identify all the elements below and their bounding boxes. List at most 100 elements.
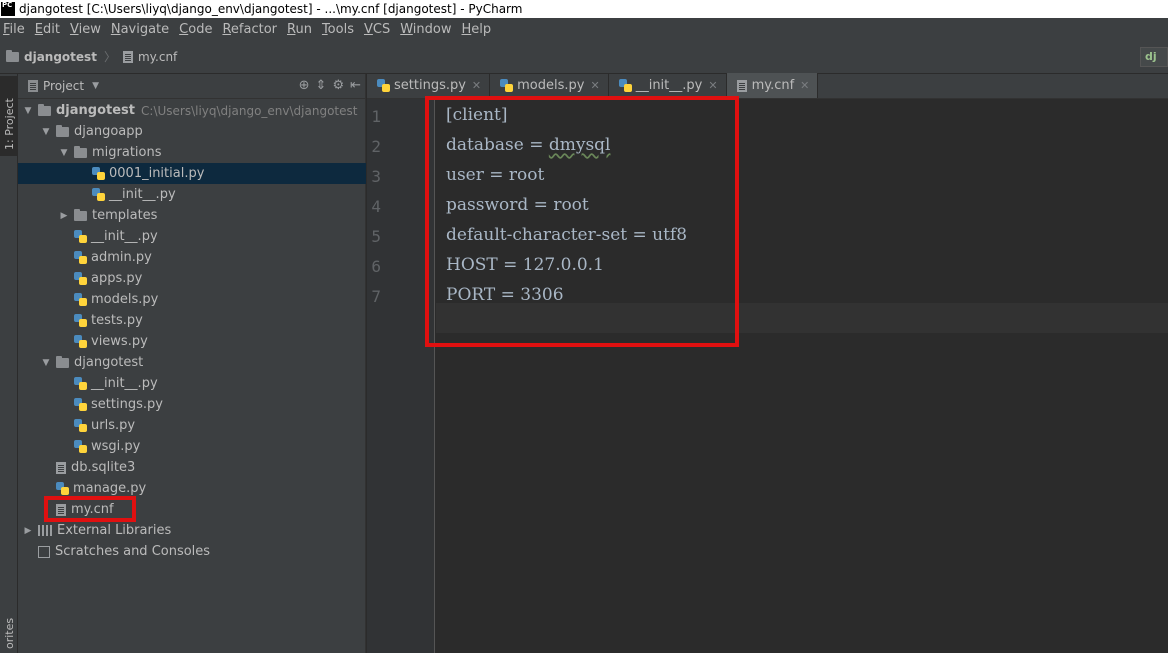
expand-arrow-down-icon[interactable]: ▼ <box>40 358 52 368</box>
editor-tab-label: __init__.py <box>635 78 703 93</box>
expand-arrow-down-icon[interactable]: ▼ <box>58 148 70 158</box>
collapse-icon[interactable]: ⇕ <box>316 78 327 93</box>
tree-node[interactable]: db.sqlite3 <box>18 457 366 478</box>
menu-bar: File Edit View Navigate Code Refactor Run Tools… <box>0 18 1168 40</box>
project-tool-tab[interactable]: 1: Project <box>0 76 17 156</box>
tree-node-label: db.sqlite3 <box>71 460 136 475</box>
chevron-down-icon[interactable]: ▼ <box>92 81 99 91</box>
editor-tab[interactable]: my.cnf ✕ <box>726 73 819 98</box>
locate-icon[interactable]: ⊕ <box>299 78 310 93</box>
tree-node[interactable]: tests.py <box>18 310 366 331</box>
my-cnf-annotation-box <box>44 496 136 522</box>
menu-navigate[interactable]: Navigate <box>108 22 172 37</box>
tree-node[interactable]: ▼ migrations <box>18 142 366 163</box>
code-annotation-box <box>425 96 739 347</box>
python-file-icon <box>74 440 87 453</box>
tree-node-label: djangotest <box>56 103 136 118</box>
tree-node-label: tests.py <box>91 313 143 328</box>
folder-icon <box>6 49 19 62</box>
tree-node-label: urls.py <box>91 418 136 433</box>
menu-window[interactable]: Window <box>397 22 454 37</box>
close-icon[interactable]: ✕ <box>590 79 599 92</box>
project-view-selector[interactable]: Project <box>43 79 84 93</box>
menu-vcs[interactable]: VCS <box>361 22 393 37</box>
tree-node-label: djangotest <box>74 355 144 370</box>
editor-tab-label: models.py <box>517 78 585 93</box>
project-panel-header: Project ▼ ⊕ ⇕ ⚙ ⇤ <box>18 74 365 99</box>
close-icon[interactable]: ✕ <box>708 79 717 92</box>
tree-node-label: 0001_initial.py <box>109 166 205 181</box>
python-file-icon <box>74 230 87 243</box>
tree-node-path: C:\Users\liyq\django_env\djangotest <box>141 103 358 118</box>
tree-node[interactable]: wsgi.py <box>18 436 366 457</box>
expand-arrow-down-icon[interactable]: ▼ <box>40 127 52 137</box>
editor-tab-label: settings.py <box>394 78 466 93</box>
line-number: 3 <box>371 167 381 186</box>
hide-panel-icon[interactable]: ⇤ <box>350 78 361 93</box>
tree-node[interactable]: models.py <box>18 289 366 310</box>
navigation-bar: djangotest 〉 my.cnf dj <box>0 40 1168 74</box>
django-icon[interactable]: dj <box>1140 47 1168 67</box>
tree-node[interactable]: settings.py <box>18 394 366 415</box>
settings-gear-icon[interactable]: ⚙ <box>332 78 344 93</box>
close-icon[interactable]: ✕ <box>800 79 809 92</box>
python-file-icon <box>92 167 105 180</box>
python-file-icon <box>377 79 390 92</box>
python-file-icon <box>618 79 632 92</box>
breadcrumb-project[interactable]: djangotest <box>6 49 97 64</box>
python-file-icon <box>74 314 87 327</box>
menu-tools[interactable]: Tools <box>319 22 357 37</box>
tree-node[interactable]: urls.py <box>18 415 366 436</box>
expand-arrow-down-icon[interactable]: ▼ <box>22 106 34 116</box>
menu-help[interactable]: Help <box>459 22 495 37</box>
menu-edit[interactable]: Edit <box>32 22 63 37</box>
breadcrumb-file[interactable]: my.cnf <box>122 50 177 64</box>
folder-icon <box>38 103 51 116</box>
tree-node-label: manage.py <box>73 481 147 496</box>
python-file-icon <box>56 482 69 495</box>
tree-node-label: models.py <box>91 292 159 307</box>
tree-node[interactable]: 0001_initial.py <box>18 163 366 184</box>
menu-file[interactable]: File <box>0 22 28 37</box>
project-header-toolbar: ⊕ ⇕ ⚙ ⇤ <box>299 78 361 93</box>
project-panel: Project ▼ ⊕ ⇕ ⚙ ⇤ ▼ djangotest C:\Users\li… <box>18 74 366 653</box>
python-file-icon <box>74 272 87 285</box>
tree-node[interactable]: __init__.py <box>18 184 366 205</box>
tree-node-label: apps.py <box>91 271 143 286</box>
tree-node[interactable]: __init__.py <box>18 226 366 247</box>
expand-arrow-right-icon[interactable]: ▶ <box>58 211 70 221</box>
database-file-icon <box>56 461 66 474</box>
tree-node[interactable]: __init__.py <box>18 373 366 394</box>
menu-view[interactable]: View <box>67 22 104 37</box>
tree-node[interactable]: ▶ External Libraries <box>18 520 366 541</box>
window-title: djangotest [C:\Users\liyq\django_env\dja… <box>19 2 523 16</box>
editor-tab[interactable]: models.py ✕ <box>490 73 609 98</box>
tree-node[interactable]: admin.py <box>18 247 366 268</box>
tree-node-label: templates <box>92 208 158 223</box>
python-file-icon <box>92 188 105 201</box>
menu-run[interactable]: Run <box>284 22 315 37</box>
menu-refactor[interactable]: Refactor <box>219 22 280 37</box>
scratches-icon <box>38 545 50 558</box>
tree-node[interactable]: ▼ djangoapp <box>18 121 366 142</box>
tree-node[interactable]: Scratches and Consoles <box>18 541 366 562</box>
line-number: 6 <box>371 257 381 276</box>
tree-node[interactable]: ▼ djangotest C:\Users\liyq\django_env\djan… <box>18 100 366 121</box>
folder-icon <box>56 124 69 137</box>
tree-node[interactable]: ▼ djangotest <box>18 352 366 373</box>
tree-node-label: wsgi.py <box>91 439 141 454</box>
tree-node[interactable]: apps.py <box>18 268 366 289</box>
project-view-icon <box>28 80 38 92</box>
expand-arrow-right-icon[interactable]: ▶ <box>22 526 34 536</box>
tree-node-label: admin.py <box>91 250 152 265</box>
file-icon <box>736 79 747 92</box>
tree-node-label: settings.py <box>91 397 163 412</box>
editor-tab[interactable]: settings.py ✕ <box>367 73 491 98</box>
editor-tab-label: my.cnf <box>751 78 795 93</box>
close-icon[interactable]: ✕ <box>472 79 481 92</box>
tree-node[interactable]: views.py <box>18 331 366 352</box>
editor-tab[interactable]: __init__.py ✕ <box>609 73 727 98</box>
menu-code[interactable]: Code <box>176 22 215 37</box>
tree-node[interactable]: ▶ templates <box>18 205 366 226</box>
python-file-icon <box>74 398 87 411</box>
